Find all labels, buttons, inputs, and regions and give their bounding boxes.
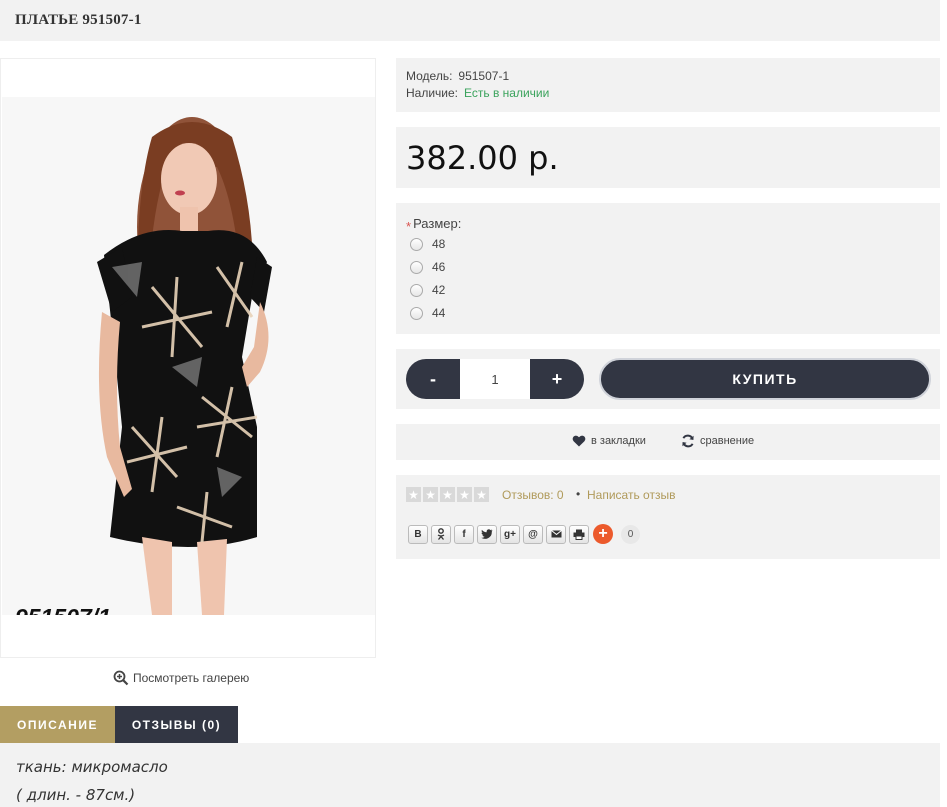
facebook-share-button[interactable]: f bbox=[454, 524, 474, 544]
quantity-decrease-button[interactable]: - bbox=[406, 359, 460, 399]
reviews-panel: ★ ★ ★ ★ ★ Отзывов: 0 • Написать отзыв В … bbox=[396, 475, 940, 559]
product-price: 382.00 р. bbox=[406, 139, 559, 177]
write-review-link[interactable]: Написать отзыв bbox=[587, 488, 675, 502]
compare-label: сравнение bbox=[700, 435, 755, 447]
size-option-label: * Размер: bbox=[406, 216, 462, 234]
size-value: 46 bbox=[432, 260, 446, 274]
size-label-text: Размер: bbox=[413, 216, 462, 231]
printer-icon bbox=[573, 529, 585, 540]
email-share-button[interactable] bbox=[546, 524, 566, 544]
stock-label: Наличие: bbox=[406, 86, 459, 100]
view-gallery-label: Посмотреть галерею bbox=[133, 671, 250, 685]
size-value: 44 bbox=[432, 306, 446, 320]
product-meta-panel: Модель: 951507-1 Наличие: Есть в наличии bbox=[396, 58, 940, 112]
size-option-46[interactable]: 46 bbox=[410, 260, 445, 274]
add-to-wishlist-link[interactable]: в закладки bbox=[572, 434, 646, 448]
stock-value: Есть в наличии bbox=[464, 86, 550, 100]
description-panel: ткань: микромасло ( длин. - 87см.) bbox=[0, 743, 940, 807]
dress-photo-illustration bbox=[2, 97, 375, 615]
size-option-44[interactable]: 44 bbox=[410, 306, 445, 320]
size-value: 48 bbox=[432, 237, 446, 251]
reviews-separator: • bbox=[576, 487, 581, 501]
description-line-1: ткань: микромасло bbox=[16, 758, 168, 776]
envelope-icon bbox=[550, 530, 562, 538]
size-radio[interactable] bbox=[410, 283, 423, 297]
cart-panel: - + КУПИТЬ bbox=[396, 349, 940, 409]
odnoklassniki-share-button[interactable] bbox=[431, 524, 451, 544]
reviews-count-link[interactable]: Отзывов: 0 bbox=[502, 488, 564, 502]
product-image-box[interactable]: 951507/1 bbox=[0, 58, 376, 658]
googleplus-icon: g+ bbox=[504, 528, 516, 540]
title-bar: ПЛАТЬЕ 951507-1 bbox=[0, 0, 940, 41]
product-photo[interactable]: 951507/1 bbox=[2, 97, 375, 615]
tab-reviews[interactable]: ОТЗЫВЫ (0) bbox=[115, 706, 238, 743]
required-mark: * bbox=[406, 219, 412, 234]
googleplus-share-button[interactable]: g+ bbox=[500, 524, 520, 544]
page-title: ПЛАТЬЕ 951507-1 bbox=[15, 12, 142, 28]
star-icon: ★ bbox=[457, 487, 472, 502]
star-icon: ★ bbox=[423, 487, 438, 502]
add-to-compare-link[interactable]: сравнение bbox=[681, 434, 754, 448]
description-line-2: ( длин. - 87см.) bbox=[16, 786, 136, 804]
size-radio[interactable] bbox=[410, 306, 423, 320]
model-value: 951507-1 bbox=[458, 69, 510, 83]
vk-icon: В bbox=[414, 528, 422, 540]
more-share-button[interactable]: + bbox=[593, 524, 613, 544]
size-radio[interactable] bbox=[410, 260, 423, 274]
buy-button[interactable]: КУПИТЬ bbox=[599, 358, 931, 400]
plus-icon: + bbox=[598, 525, 608, 542]
vk-share-button[interactable]: В bbox=[408, 524, 428, 544]
zoom-in-icon bbox=[113, 670, 129, 686]
wishlist-compare-panel: в закладки сравнение bbox=[396, 424, 940, 460]
mailru-share-button[interactable]: @ bbox=[523, 524, 543, 544]
size-radio[interactable] bbox=[410, 237, 423, 251]
options-panel: * Размер: 48 46 42 44 bbox=[396, 203, 940, 334]
model-line: Модель: 951507-1 bbox=[406, 69, 509, 83]
quantity-input[interactable] bbox=[460, 359, 530, 399]
quantity-increase-button[interactable]: + bbox=[530, 359, 584, 399]
rating-stars: ★ ★ ★ ★ ★ bbox=[406, 487, 489, 502]
size-value: 42 bbox=[432, 283, 446, 297]
share-buttons: В f g+ @ + 0 bbox=[408, 524, 640, 544]
share-count: 0 bbox=[621, 524, 640, 544]
refresh-icon bbox=[682, 434, 694, 448]
model-label: Модель: bbox=[406, 69, 453, 83]
star-icon: ★ bbox=[406, 487, 421, 502]
tab-description[interactable]: ОПИСАНИЕ bbox=[0, 706, 115, 743]
price-panel: 382.00 р. bbox=[396, 127, 940, 188]
twitter-share-button[interactable] bbox=[477, 524, 497, 544]
facebook-icon: f bbox=[462, 528, 466, 540]
star-icon: ★ bbox=[440, 487, 455, 502]
odnoklassniki-icon bbox=[437, 528, 445, 540]
wishlist-label: в закладки bbox=[591, 435, 646, 447]
star-icon: ★ bbox=[474, 487, 489, 502]
size-option-48[interactable]: 48 bbox=[410, 237, 445, 251]
size-option-42[interactable]: 42 bbox=[410, 283, 445, 297]
at-sign-icon: @ bbox=[528, 528, 538, 540]
stock-line: Наличие: Есть в наличии bbox=[406, 86, 549, 100]
print-button[interactable] bbox=[569, 524, 589, 544]
heart-icon bbox=[572, 435, 586, 447]
view-gallery-link[interactable]: Посмотреть галерею bbox=[113, 670, 249, 686]
twitter-icon bbox=[481, 529, 493, 539]
photo-caption: 951507/1 bbox=[15, 604, 111, 615]
